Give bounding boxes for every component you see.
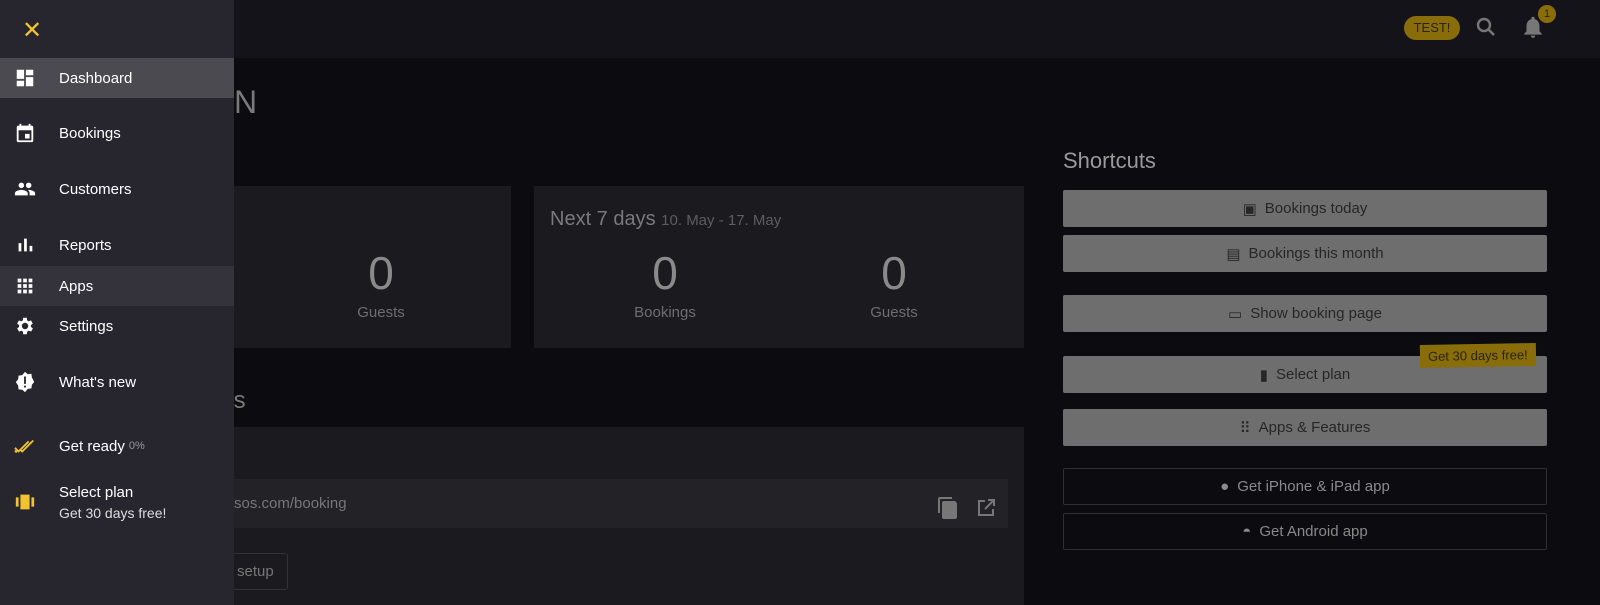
sidebar-item-customers[interactable]: Customers <box>0 169 234 209</box>
sidebar-item-label: Apps <box>59 277 94 295</box>
top-bar: TEST! 1 <box>0 0 1600 58</box>
button-label: Get Android app <box>1259 523 1368 540</box>
bookings-label: Bookings <box>634 304 696 321</box>
dashboard-icon <box>0 67 59 89</box>
get-ios-app-button[interactable]: ● Get iPhone & iPad app <box>1063 468 1547 505</box>
stats-card-next7: Next 7 days 10. May - 17. May 0 Bookings… <box>534 186 1024 348</box>
sidebar-item-dashboard[interactable]: Dashboard <box>0 58 234 98</box>
shortcuts-title: Shortcuts <box>1063 148 1156 173</box>
sidebar-item-label: Settings <box>59 317 114 335</box>
guests-value: 0 <box>368 247 394 299</box>
sidebar-item-label: Bookings <box>59 124 121 142</box>
sidebar-item-sublabel: Get 30 days free! <box>59 504 167 521</box>
apps-icon: ⠿ <box>1239 419 1251 437</box>
sidebar-item-select-plan[interactable]: Select plan Get 30 days free! <box>0 480 234 524</box>
button-label: Select plan <box>1276 366 1351 383</box>
bookings-today-button[interactable]: ▣ Bookings today <box>1063 190 1547 227</box>
close-icon[interactable]: ✕ <box>22 16 42 45</box>
get-android-app-button[interactable]: ◓ Get Android app <box>1063 513 1547 550</box>
setup-label: setup <box>237 563 274 580</box>
sidebar-item-reports[interactable]: Reports <box>0 225 234 265</box>
booking-url: sos.com/booking <box>234 495 347 512</box>
bookings-value: 0 <box>652 247 678 299</box>
sidebar-item-whats-new[interactable]: What's new <box>0 362 234 402</box>
button-label: Get iPhone & iPad app <box>1237 478 1390 495</box>
sidebar-item-label: Customers <box>59 180 132 198</box>
sidebar-item-bookings[interactable]: Bookings <box>0 113 234 153</box>
calendar-month-icon: ▤ <box>1226 245 1241 263</box>
sidebar-item-label: Reports <box>59 236 112 254</box>
page-title: N <box>234 84 258 120</box>
sidebar-item-settings[interactable]: Settings <box>0 306 234 346</box>
guests-value: 0 <box>881 247 907 299</box>
double-check-icon <box>0 435 59 457</box>
android-icon: ◓ <box>1242 523 1252 540</box>
test-badge[interactable]: TEST! <box>1404 16 1460 40</box>
bookings-this-month-button[interactable]: ▤ Bookings this month <box>1063 235 1547 272</box>
sidebar-item-label: Select plan <box>59 483 134 501</box>
button-label: Bookings this month <box>1248 245 1384 262</box>
date-range: 10. May - 17. May <box>661 212 782 229</box>
sidebar: ✕ Dashboard Bookings Customers Reports A… <box>0 0 234 605</box>
notification-count: 1 <box>1538 5 1556 23</box>
devices-icon: ▭ <box>1228 305 1243 323</box>
calendar-today-icon: ▣ <box>1242 200 1257 218</box>
people-icon <box>0 178 59 200</box>
promo-badge: Get 30 days free! <box>1419 342 1536 369</box>
calendar-icon <box>0 122 59 144</box>
button-label: Bookings today <box>1264 200 1368 217</box>
plan-icon: ▮ <box>1259 366 1269 384</box>
progress-percent: 0% <box>128 440 145 452</box>
gear-icon <box>0 315 59 337</box>
card-title: Next 7 days <box>550 208 656 230</box>
button-label: Apps & Features <box>1258 419 1371 436</box>
open-external-icon[interactable] <box>974 491 998 540</box>
guests-label: Guests <box>357 304 405 321</box>
booking-url-field[interactable]: sos.com/booking <box>234 479 1008 528</box>
stats-card-today: 0 Guests <box>200 186 511 348</box>
sidebar-item-apps[interactable]: Apps <box>0 266 234 306</box>
apps-icon <box>0 275 59 297</box>
sidebar-item-label: Get ready <box>59 437 125 455</box>
guests-label: Guests <box>870 304 918 321</box>
copy-icon[interactable] <box>936 491 960 540</box>
search-icon[interactable] <box>1474 15 1498 44</box>
sidebar-item-label: Dashboard <box>59 69 133 87</box>
apps-features-button[interactable]: ⠿ Apps & Features <box>1063 409 1547 446</box>
apple-icon: ● <box>1220 478 1230 495</box>
alert-badge-icon <box>0 371 59 393</box>
button-label: Show booking page <box>1250 305 1382 322</box>
sidebar-item-label: What's new <box>59 373 137 391</box>
show-booking-page-button[interactable]: ▭ Show booking page <box>1063 295 1547 332</box>
plan-icon <box>0 491 59 513</box>
sidebar-item-get-ready[interactable]: Get ready 0% <box>0 426 234 466</box>
bar-chart-icon <box>0 234 59 256</box>
